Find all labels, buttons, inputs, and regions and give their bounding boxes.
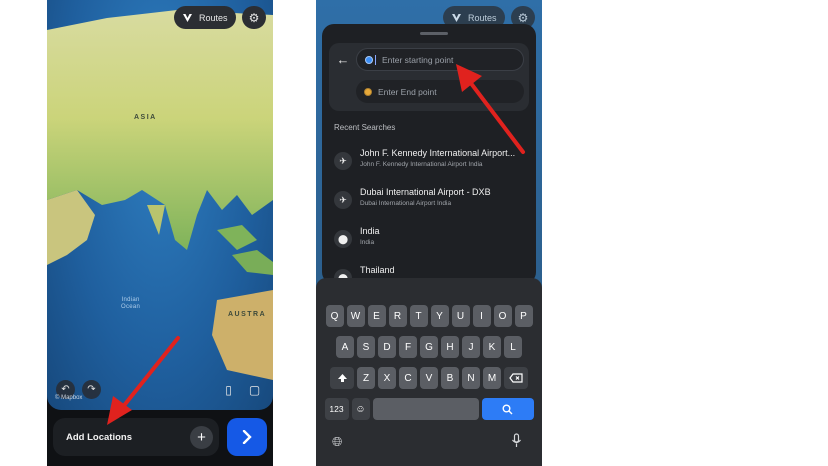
key-x[interactable]: X <box>378 367 396 389</box>
key-p[interactable]: P <box>514 305 533 327</box>
key-a[interactable]: A <box>336 336 354 358</box>
keyboard-row-4: 123 ☺ <box>316 398 542 420</box>
shift-key[interactable] <box>330 367 354 389</box>
world-map[interactable]: ASIA AUSTRA Indian Ocean ↶ ↷ ▯ ▢ © Mapbo… <box>47 0 273 410</box>
key-n[interactable]: N <box>462 367 480 389</box>
key-m[interactable]: M <box>483 367 501 389</box>
key-e[interactable]: E <box>367 305 386 327</box>
keyboard-row-2: ASDFGHJKL <box>316 336 542 358</box>
globe-icon[interactable]: 🌐︎ <box>332 434 342 450</box>
add-locations-bar[interactable]: Add Locations + <box>53 418 219 456</box>
add-location-button[interactable]: + <box>190 426 213 449</box>
key-f[interactable]: F <box>399 336 417 358</box>
route-search-panel: ← Enter starting point Enter End point R… <box>322 24 536 287</box>
key-o[interactable]: O <box>493 305 512 327</box>
key-q[interactable]: Q <box>325 305 344 327</box>
routes-label: Routes <box>199 12 228 23</box>
key-c[interactable]: C <box>399 367 417 389</box>
left-phone-screen: ASIA AUSTRA Indian Ocean ↶ ↷ ▯ ▢ © Mapbo… <box>47 0 273 466</box>
right-phone-screen: Routes ⚙ ← Enter starting point Enter En… <box>316 0 542 466</box>
keyboard-row-1: QWERTYUIOP <box>316 305 542 327</box>
routes-logo-icon <box>452 13 461 22</box>
key-j[interactable]: J <box>462 336 480 358</box>
recent-item-jfk[interactable]: ✈ John F. Kennedy International Airport.… <box>334 148 530 180</box>
key-g[interactable]: G <box>420 336 438 358</box>
recent-item-title: Dubai International Airport - DXB <box>360 187 491 197</box>
key-b[interactable]: B <box>441 367 459 389</box>
key-y[interactable]: Y <box>430 305 449 327</box>
recent-item-title: John F. Kennedy International Airport... <box>360 148 516 158</box>
space-key[interactable] <box>372 398 479 420</box>
airplane-icon: ✈ <box>334 152 352 170</box>
emoji-icon: ☺ <box>355 403 366 415</box>
map-landmass <box>47 10 273 380</box>
route-inputs: ← Enter starting point Enter End point <box>329 43 529 111</box>
start-dot-icon <box>365 55 373 64</box>
key-t[interactable]: T <box>409 305 428 327</box>
drag-handle[interactable] <box>420 32 448 35</box>
recent-item-title: India <box>360 226 380 236</box>
gear-icon: ⚙ <box>517 10 529 25</box>
key-w[interactable]: W <box>346 305 365 327</box>
end-point-placeholder: Enter End point <box>378 86 437 97</box>
recent-item-subtitle: India <box>360 239 375 246</box>
end-point-input[interactable]: Enter End point <box>356 80 524 103</box>
map-attribution: © Mapbox <box>55 395 83 401</box>
starting-point-placeholder: Enter starting point <box>382 54 454 65</box>
key-r[interactable]: R <box>388 305 407 327</box>
keyboard-row-3-letters: ZXCVBNM <box>357 367 501 389</box>
recent-item-title: Thailand <box>360 265 395 275</box>
chat-icon[interactable]: ▢ <box>245 380 264 399</box>
recent-item-subtitle: Dubai International Airport India <box>360 200 452 207</box>
shift-arrow-icon <box>337 374 347 382</box>
plus-icon: + <box>197 429 206 446</box>
gear-icon: ⚙ <box>248 10 260 25</box>
key-u[interactable]: U <box>451 305 470 327</box>
on-screen-keyboard: QWERTYUIOP ASDFGHJKL ZXCVBNM 123 ☺ 🌐︎ <box>316 278 542 466</box>
routes-label: Routes <box>468 12 497 23</box>
search-key[interactable] <box>481 398 534 420</box>
key-h[interactable]: H <box>441 336 459 358</box>
tutorial-stage: ASIA AUSTRA Indian Ocean ↶ ↷ ▯ ▢ © Mapbo… <box>0 0 828 466</box>
routes-button[interactable]: Routes <box>174 6 236 29</box>
add-locations-label: Add Locations <box>66 431 132 443</box>
go-button[interactable] <box>227 418 267 456</box>
recent-searches-title: Recent Searches <box>334 123 396 132</box>
recent-item-subtitle: John F. Kennedy International Airport In… <box>360 161 483 168</box>
book-icon[interactable]: ▯ <box>219 380 238 399</box>
key-k[interactable]: K <box>483 336 501 358</box>
keyboard-row-3: ZXCVBNM <box>316 367 542 389</box>
indian-ocean-label: Indian Ocean <box>121 297 141 310</box>
key-d[interactable]: D <box>378 336 396 358</box>
key-i[interactable]: I <box>472 305 491 327</box>
key-v[interactable]: V <box>420 367 438 389</box>
key-z[interactable]: Z <box>357 367 375 389</box>
backspace-key[interactable] <box>504 367 528 389</box>
numbers-key[interactable]: 123 <box>324 398 349 420</box>
key-s[interactable]: S <box>357 336 375 358</box>
microphone-icon[interactable] <box>511 433 522 451</box>
key-l[interactable]: L <box>504 336 522 358</box>
emoji-key[interactable]: ☺ <box>351 398 370 420</box>
recent-item-india[interactable]: ⬤ India India <box>334 226 530 258</box>
airplane-icon: ✈ <box>334 191 352 209</box>
routes-logo-icon <box>183 13 192 22</box>
australia-label: AUSTRA <box>228 311 267 318</box>
backspace-icon <box>509 373 523 383</box>
end-dot-icon <box>364 87 372 96</box>
search-icon <box>502 404 513 414</box>
recent-item-dubai[interactable]: ✈ Dubai International Airport - DXB Duba… <box>334 187 530 219</box>
settings-button[interactable]: ⚙ <box>242 6 266 29</box>
asia-label: ASIA <box>134 114 157 121</box>
text-caret <box>375 54 376 65</box>
starting-point-input[interactable]: Enter starting point <box>356 48 524 71</box>
back-arrow-icon[interactable]: ← <box>335 51 351 67</box>
redo-icon[interactable]: ↷ <box>82 380 101 399</box>
location-pin-icon: ⬤ <box>334 230 352 248</box>
chevron-right-icon <box>242 430 252 444</box>
